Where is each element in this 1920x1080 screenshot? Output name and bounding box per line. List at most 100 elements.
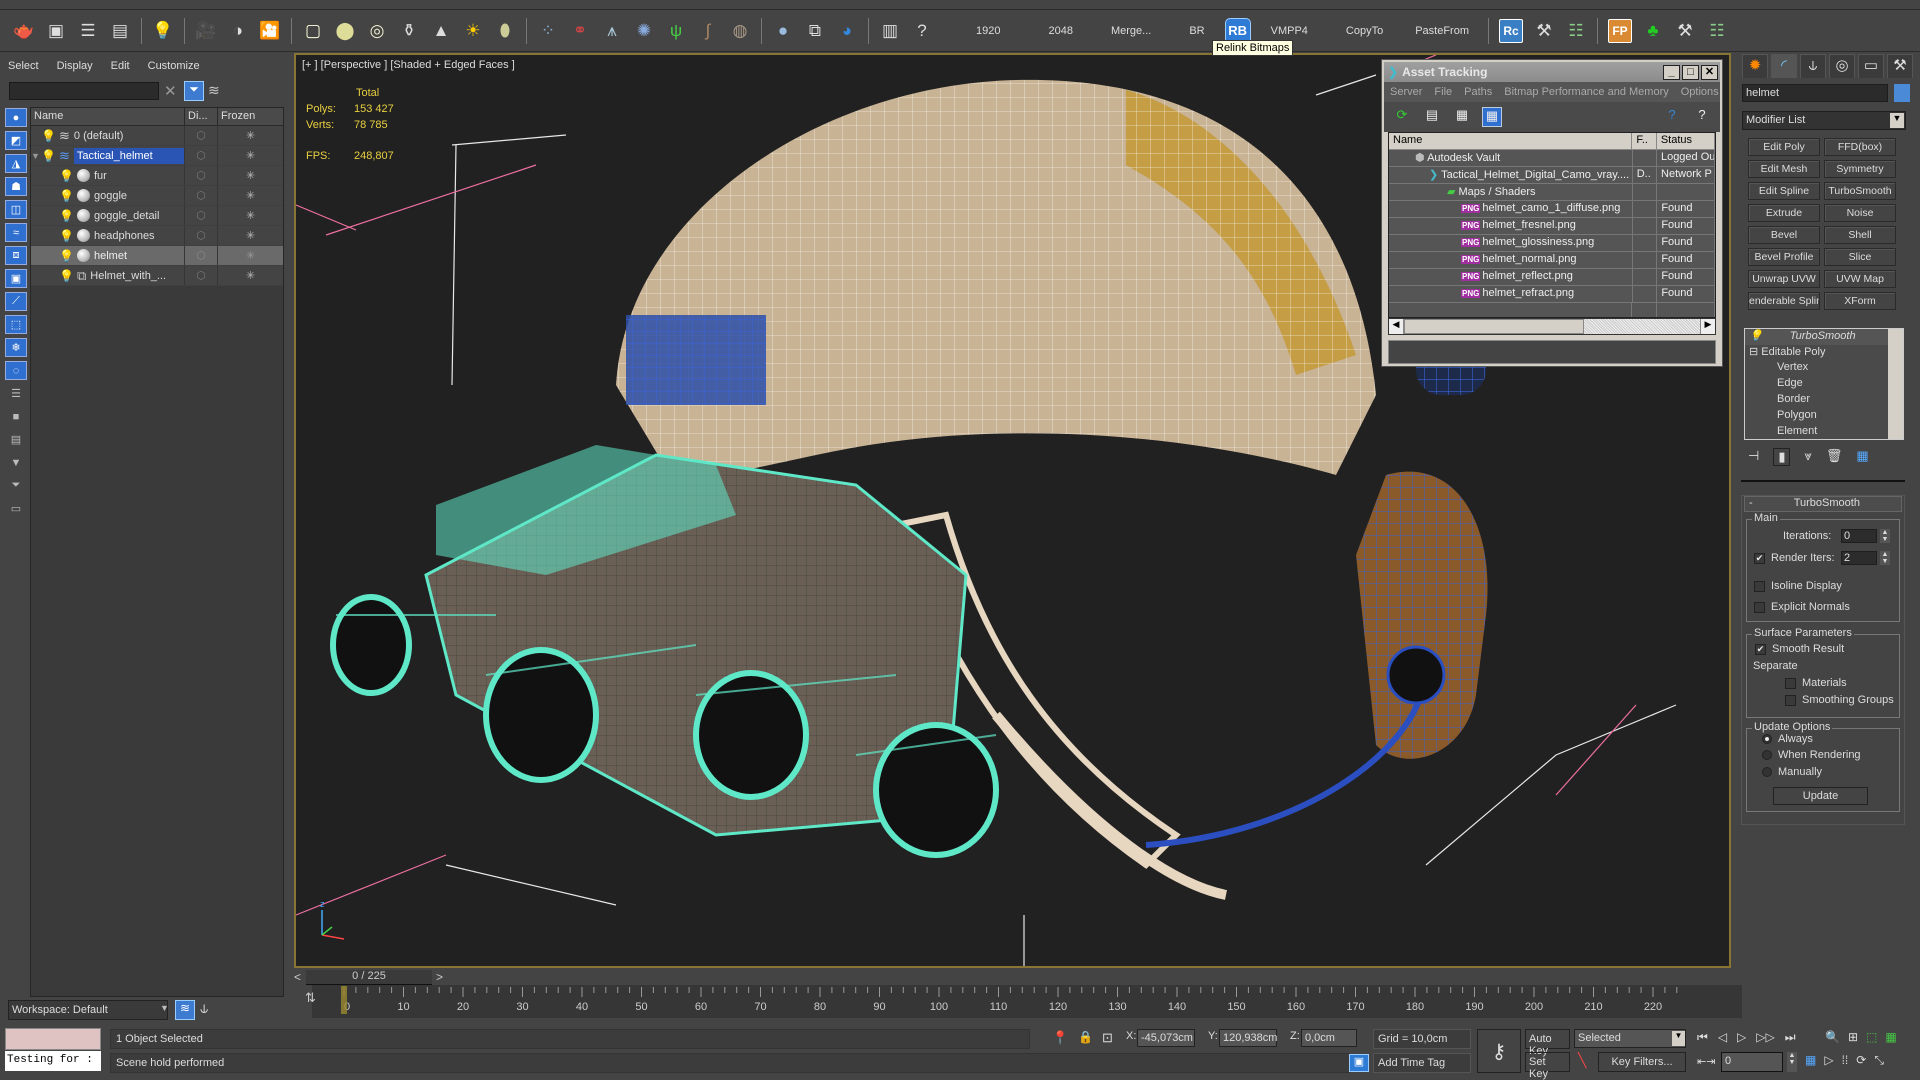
configure-sets-icon[interactable]: ▦ [1856, 448, 1868, 466]
spinner-arrows-icon[interactable]: ▲ ▼ [1880, 551, 1890, 565]
list-icon-2[interactable]: ☷ [1703, 17, 1731, 45]
frozen-icon[interactable]: ✳ [218, 166, 283, 185]
symmetry-button[interactable]: Symmetry [1824, 160, 1896, 178]
tree-row[interactable]: ▼ 💡 ≋ Tactical_helmet ⬡ ✳ [31, 146, 283, 166]
help-online-icon[interactable]: ? [1662, 107, 1682, 127]
bones-filter-icon[interactable]: ⟋ [5, 292, 27, 311]
spiky-icon[interactable]: ✺ [630, 17, 658, 45]
molecule-icon[interactable]: ⚭ [566, 17, 594, 45]
menu-display[interactable]: Display [57, 60, 93, 72]
display-invert-icon[interactable]: ▤ [5, 430, 27, 449]
xrefs-filter-icon[interactable]: ▣ [5, 269, 27, 288]
x-coordinate-field[interactable]: -45,073cm [1137, 1029, 1195, 1047]
stack-item-edge[interactable]: Edge [1745, 377, 1903, 393]
lights-filter-icon[interactable]: ◮ [5, 154, 27, 173]
chevron-down-icon[interactable]: ▼ [160, 1003, 169, 1013]
auto-key-button[interactable]: Auto Key [1525, 1029, 1570, 1057]
display-box-icon[interactable]: ⬡ [185, 146, 218, 165]
filter-icon[interactable]: ⏷ [184, 81, 204, 101]
menu-paths[interactable]: Paths [1464, 86, 1492, 98]
sphere-icon[interactable]: ● [769, 17, 797, 45]
key-mode-toggle-icon[interactable]: ⇤⇥ [1697, 1055, 1715, 1068]
noise-button[interactable]: Noise [1824, 204, 1896, 222]
stack-item-polygon[interactable]: Polygon [1745, 409, 1903, 425]
menu-select[interactable]: Select [8, 60, 39, 72]
display-box-icon[interactable]: ⬡ [185, 226, 218, 245]
when-rendering-radio[interactable] [1762, 750, 1772, 760]
edit-poly-button[interactable]: Edit Poly [1748, 138, 1820, 156]
turbosmooth-button[interactable]: TurboSmooth [1824, 182, 1896, 200]
frozen-icon[interactable]: ✳ [218, 246, 283, 265]
remove-modifier-icon[interactable]: 🗑 [1826, 448, 1843, 466]
smooth-result-checkbox[interactable]: ✔ [1755, 644, 1766, 655]
create-tab-icon[interactable]: ✹ [1742, 54, 1768, 78]
workspace-select[interactable]: Workspace: Default [8, 1000, 168, 1020]
dome-icon[interactable]: ⬤ [331, 17, 359, 45]
plane-icon[interactable]: ▢ [299, 17, 327, 45]
shapes-filter-icon[interactable]: ◩ [5, 131, 27, 150]
light-bulb-icon[interactable]: 💡 [41, 149, 56, 163]
hair-icon[interactable]: ∫ [694, 17, 722, 45]
absolute-mode-icon[interactable]: ⊡ [1102, 1030, 1113, 1046]
y-coordinate-field[interactable]: 120,938cm [1219, 1029, 1277, 1047]
maximize-button[interactable]: □ [1682, 64, 1699, 80]
tools-icon-2[interactable]: ⚒ [1671, 17, 1699, 45]
current-frame-field[interactable]: 0 [1721, 1052, 1783, 1072]
zoom-all-icon[interactable]: ⊞ [1848, 1030, 1858, 1044]
button-1920[interactable]: 1920 [962, 25, 1014, 37]
teapot-wire-icon[interactable]: ⚱ [395, 17, 423, 45]
next-frame-icon[interactable]: > [436, 970, 443, 984]
display-none-icon[interactable]: ■ [5, 407, 27, 426]
material-browser-icon[interactable]: ⧉ [801, 17, 829, 45]
display-box-icon[interactable]: ⬡ [185, 186, 218, 205]
asset-row[interactable]: PNG helmet_fresnel.png Found [1389, 218, 1715, 235]
uvw-map-button[interactable]: UVW Map [1824, 270, 1896, 288]
tree-row[interactable]: 💡 fur ⬡ ✳ [31, 166, 283, 186]
bevel-button[interactable]: Bevel [1748, 226, 1820, 244]
pin-stack-icon[interactable]: ⊣ [1748, 448, 1759, 466]
sort-by-hierarchy-icon[interactable]: ⫝ [200, 1000, 208, 1017]
asset-row[interactable]: ⬢ Autodesk Vault Logged Ou [1389, 150, 1715, 167]
button-2048[interactable]: 2048 [1034, 25, 1086, 37]
make-unique-icon[interactable]: ⩔ [1804, 448, 1811, 466]
light-bulb-icon[interactable]: 💡 [59, 169, 74, 183]
render-frame-icon[interactable]: ▣ [42, 17, 70, 45]
walk-through-icon[interactable]: ⁞⁞ [1842, 1053, 1849, 1068]
maximize-viewport-icon[interactable]: ⤡ [1874, 1053, 1884, 1068]
display-box-icon[interactable]: ⬡ [185, 266, 218, 285]
panel-icon[interactable]: ▥ [876, 17, 904, 45]
object-icon[interactable]: ◕ [833, 17, 861, 45]
explicit-normals-checkbox[interactable] [1754, 602, 1765, 613]
tree-row[interactable]: 💡 ⧉ Helmet_with_... ⬡ ✳ [31, 266, 283, 286]
funnel-icon[interactable]: ▼ [5, 453, 27, 472]
column-f[interactable]: F.. [1632, 133, 1657, 149]
stack-item-border[interactable]: Border [1745, 393, 1903, 409]
merge-button[interactable]: Merge... [1097, 25, 1165, 37]
copyto-button[interactable]: CopyTo [1332, 25, 1397, 37]
go-to-end-icon[interactable]: ⏭ [1785, 1030, 1796, 1045]
teapot-icon[interactable]: 🫖 [10, 17, 38, 45]
close-button[interactable]: ✕ [1701, 64, 1718, 80]
help-icon[interactable]: ? [1692, 107, 1712, 127]
object-name-input[interactable] [1742, 84, 1888, 102]
column-display[interactable]: Di... [185, 108, 218, 125]
update-button[interactable]: Update [1773, 787, 1868, 805]
zoom-icon[interactable]: 🔍 [1825, 1030, 1840, 1044]
asset-tracking-titlebar[interactable]: ❯ Asset Tracking _ □ ✕ [1384, 62, 1720, 82]
materials-checkbox[interactable] [1785, 678, 1796, 689]
display-tab-icon[interactable]: ▭ [1858, 54, 1884, 78]
light-bulb-icon[interactable]: 💡 [41, 129, 56, 143]
time-slider-thumb[interactable]: 0 / 225 [306, 970, 432, 985]
play-icon[interactable]: ▷ [1737, 1030, 1746, 1045]
always-radio[interactable] [1762, 734, 1772, 744]
set-key-button[interactable]: Set Key [1525, 1052, 1570, 1080]
grass-icon[interactable]: ψ [662, 17, 690, 45]
maxscript-listener-input[interactable] [5, 1028, 101, 1050]
orbit-icon[interactable]: ⟳ [1856, 1053, 1866, 1068]
menu-options[interactable]: Options [1681, 86, 1719, 98]
motion-tab-icon[interactable]: ◎ [1829, 54, 1855, 78]
ffd-box-button[interactable]: FFD(box) [1824, 138, 1896, 156]
frozen-icon[interactable]: ✳ [218, 146, 283, 165]
cameras-filter-icon[interactable]: ☗ [5, 177, 27, 196]
tree-row[interactable]: 💡 ≋ 0 (default) ⬡ ✳ [31, 126, 283, 146]
